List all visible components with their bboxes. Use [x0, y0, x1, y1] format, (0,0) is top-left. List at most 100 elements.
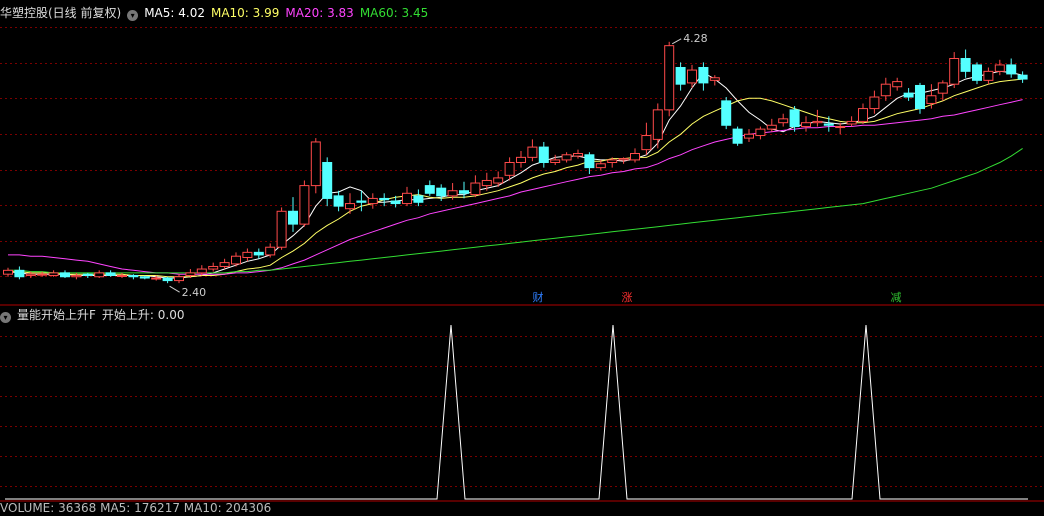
candle-body: [390, 200, 401, 205]
event-tag-finance[interactable]: 财: [531, 291, 545, 305]
candle-body: [732, 128, 743, 144]
candle-body: [174, 276, 184, 282]
candle-body: [858, 108, 868, 122]
indicator-value: 开始上升: 0.00: [101, 308, 185, 322]
candle-body: [595, 163, 606, 169]
candle-body: [322, 161, 333, 199]
candle-body: [276, 210, 287, 248]
ma10-label: MA10: 3.99: [210, 6, 280, 20]
candle-body: [994, 64, 1005, 72]
indicator-header: ▾ 量能开始上升F 开始上升: 0.00: [0, 307, 190, 323]
candle-body: [755, 128, 766, 137]
candle-body: [481, 179, 492, 187]
candle-body: [641, 135, 652, 151]
candle-body: [196, 268, 207, 274]
kline-chart[interactable]: 4.28 2.40: [0, 0, 1044, 509]
candle-body: [835, 126, 846, 129]
candle-body: [379, 197, 390, 201]
candle-body: [470, 182, 481, 196]
candle-body: [14, 269, 25, 278]
candle-body: [892, 81, 903, 88]
candle-body: [538, 146, 549, 163]
candle-body: [812, 120, 823, 124]
candle-body: [789, 109, 800, 128]
main-chart-header: 华塑控股(日线 前复权) ▾ MA5: 4.02 MA10: 3.99 MA20: 3.…: [0, 5, 434, 21]
candle-body: [1017, 74, 1028, 80]
candle-body: [48, 272, 59, 276]
candle-body: [652, 109, 663, 140]
high-marker: [671, 38, 682, 45]
candle-body: [504, 161, 515, 176]
high-price-label: 4.28: [683, 32, 708, 45]
candle-body: [823, 123, 834, 126]
settings-icon[interactable]: ▾: [0, 312, 11, 323]
candle-body: [162, 277, 173, 282]
candle-body: [219, 262, 230, 267]
candle-body: [333, 195, 344, 207]
indicator-title: 量能开始上升F: [17, 308, 96, 322]
ma5-label: MA5: 4.02: [144, 6, 205, 20]
candle-body: [402, 192, 412, 205]
ma60-label: MA60: 3.45: [359, 6, 429, 20]
candle-body: [3, 269, 13, 275]
candle-body: [345, 203, 355, 210]
candle-body: [607, 159, 618, 163]
candle-body: [937, 82, 948, 94]
low-price-label: 2.40: [182, 286, 207, 299]
candle-body: [288, 210, 298, 225]
candle-body: [778, 118, 789, 124]
candle-body: [949, 58, 960, 85]
candle-body: [516, 156, 526, 163]
candle-body: [299, 185, 310, 225]
candle-body: [561, 154, 572, 161]
stock-title: 华塑控股(日线 前复权): [0, 6, 122, 20]
candle-body: [25, 273, 36, 276]
candle-body: [94, 272, 105, 278]
candle-body: [242, 251, 253, 258]
candle-body: [573, 153, 583, 157]
candle-body: [880, 83, 891, 97]
candle-body: [983, 70, 994, 81]
candle-body: [310, 141, 321, 187]
candle-body: [253, 251, 264, 256]
volume-header: VOLUME: 36368 MA5: 176217 MA10: 204306: [0, 500, 277, 516]
candle-body: [972, 64, 982, 81]
candle-body: [903, 92, 914, 98]
low-marker: [169, 285, 180, 293]
candle-body: [436, 187, 447, 197]
candle-body: [744, 133, 754, 139]
candle-body: [687, 69, 697, 84]
volume-label: VOLUME: 36368 MA5: 176217 MA10: 204306: [0, 501, 272, 515]
candle-body: [1006, 64, 1017, 75]
candle-body: [71, 274, 82, 278]
candle-body: [459, 190, 469, 194]
candle-body: [82, 273, 93, 276]
event-tag-reduce[interactable]: 减: [889, 291, 903, 305]
candle-body: [846, 120, 857, 125]
candle-body: [801, 122, 811, 128]
candle-body: [447, 190, 458, 197]
candle-body: [60, 272, 70, 278]
candle-body: [185, 272, 196, 276]
candle-body: [584, 154, 595, 169]
ma-line-ma60: [8, 147, 1023, 274]
event-tag-rise[interactable]: 涨: [620, 291, 634, 305]
candle-body: [367, 197, 378, 205]
candle-body: [698, 66, 709, 84]
candle-body: [265, 246, 276, 256]
candle-body: [960, 58, 971, 72]
candle-body: [721, 100, 732, 126]
candle-body: [550, 159, 561, 163]
settings-icon[interactable]: ▾: [127, 10, 139, 21]
candle-body: [105, 272, 116, 276]
candle-body: [675, 66, 686, 85]
candle-body: [151, 277, 162, 280]
candle-body: [139, 276, 150, 279]
candle-body: [766, 124, 777, 130]
candle-body: [630, 153, 640, 161]
candle-body: [413, 195, 424, 203]
ma20-label: MA20: 3.83: [285, 6, 354, 20]
candle-body: [37, 273, 48, 276]
indicator-line: [5, 324, 1028, 500]
candle-body: [869, 96, 880, 110]
